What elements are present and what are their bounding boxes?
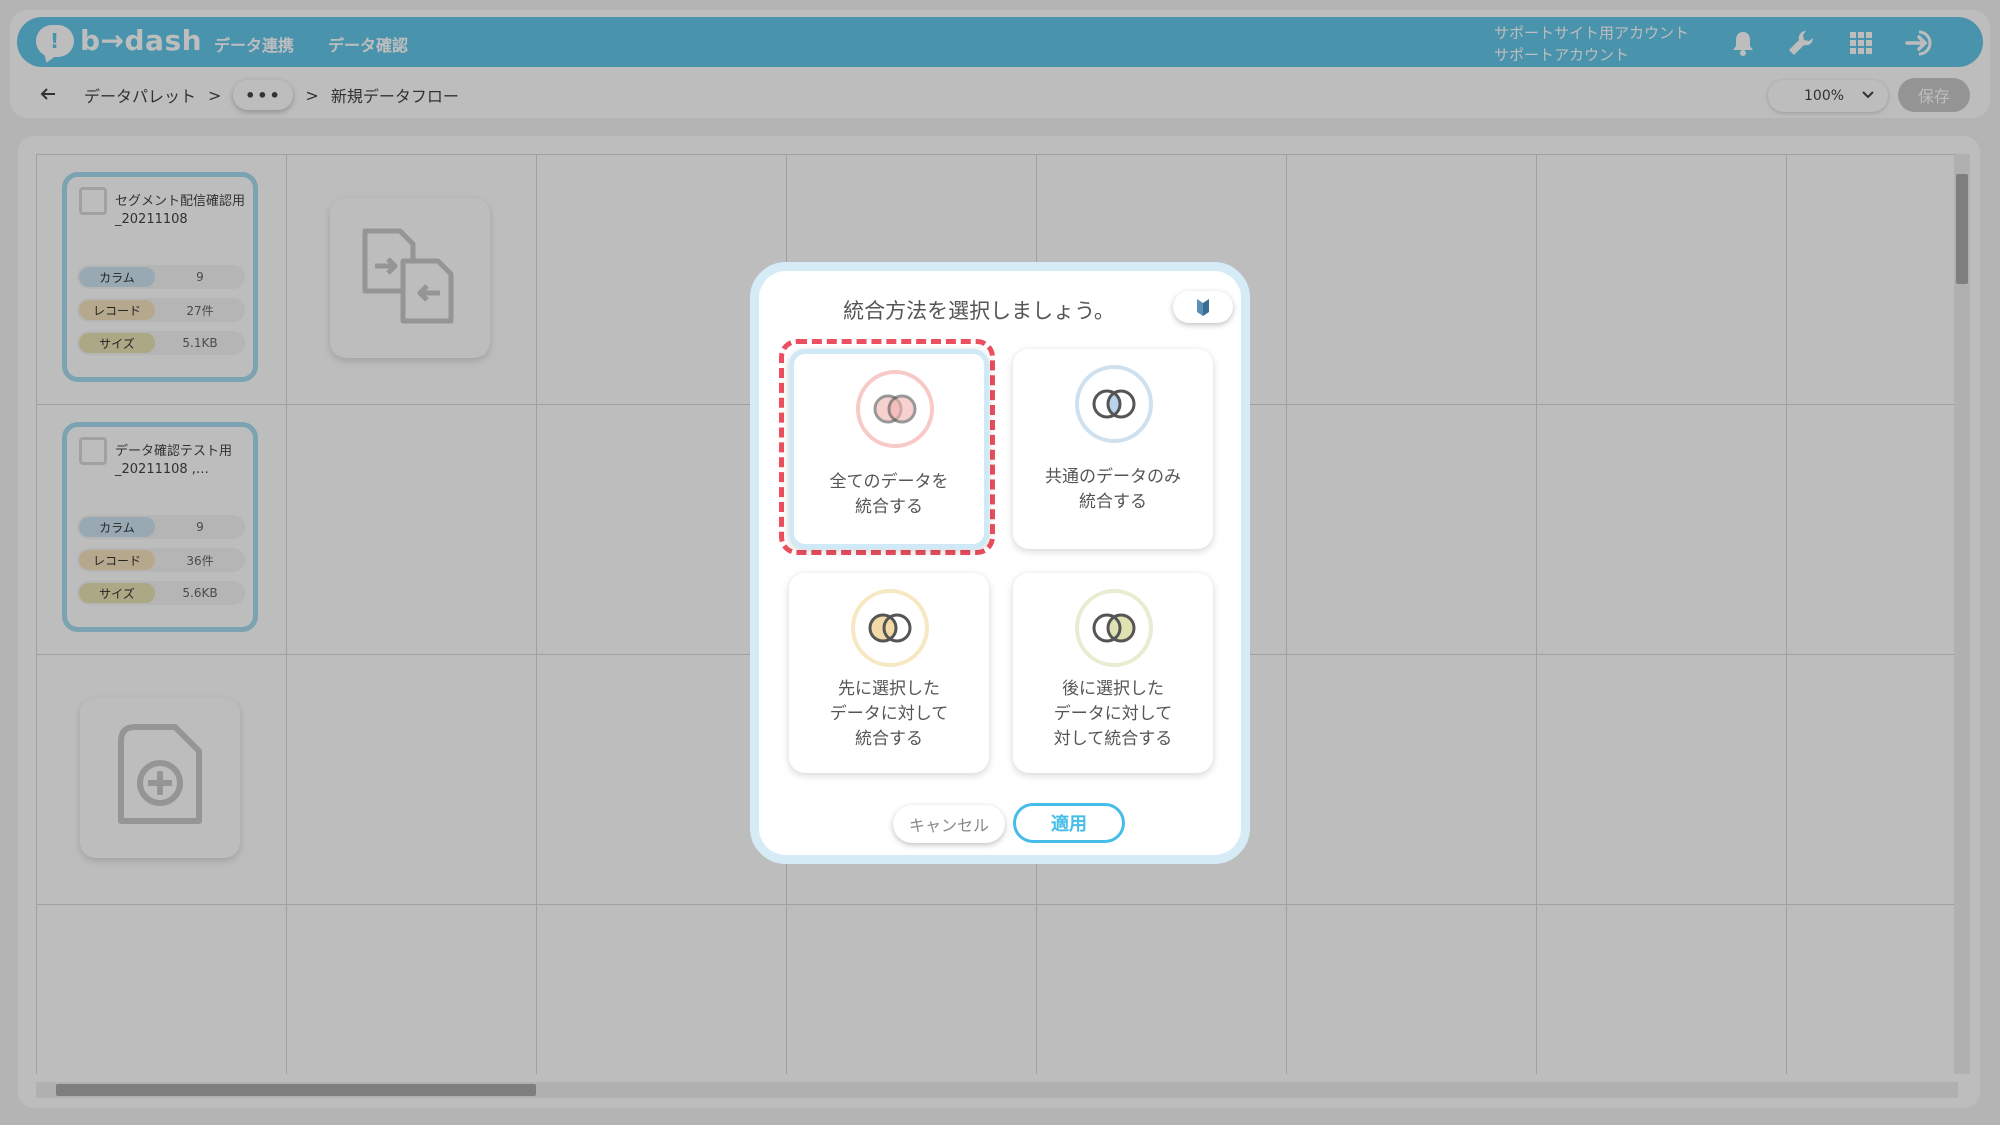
option-merge-all[interactable]: 全てのデータを 統合する (789, 349, 989, 549)
option-label-line: 先に選択した (838, 679, 940, 699)
option-label: 後に選択した データに対して 対して統合する (1013, 677, 1213, 752)
option-label: 先に選択した データに対して 統合する (789, 677, 989, 752)
option-merge-last-selected[interactable]: 後に選択した データに対して 対して統合する (1013, 573, 1213, 773)
option-label-line: 統合する (855, 729, 923, 749)
option-label-line: 後に選択した (1062, 679, 1164, 699)
venn-icon (851, 589, 929, 667)
option-label: 共通のデータのみ 統合する (1013, 465, 1213, 515)
option-label-line: 対して統合する (1053, 729, 1173, 749)
merge-method-dialog: 統合方法を選択しましょう。 全てのデータを 統合する 共通のデータのみ 統合する… (750, 262, 1250, 864)
cancel-button[interactable]: キャンセル (893, 805, 1005, 843)
option-label-line: 統合する (855, 497, 923, 517)
venn-icon (1075, 365, 1153, 443)
option-label-line: 全てのデータを (829, 472, 949, 492)
option-label: 全てのデータを 統合する (794, 470, 984, 520)
option-label-line: 共通のデータのみ (1045, 467, 1181, 487)
option-merge-first-selected[interactable]: 先に選択した データに対して 統合する (789, 573, 989, 773)
option-label-line: データに対して (829, 704, 949, 724)
option-merge-common[interactable]: 共通のデータのみ 統合する (1013, 349, 1213, 549)
beginner-mark-icon[interactable] (1173, 291, 1233, 323)
option-label-line: データに対して (1053, 704, 1173, 724)
venn-icon (1075, 589, 1153, 667)
option-label-line: 統合する (1079, 492, 1147, 512)
venn-icon (856, 370, 934, 448)
dialog-title: 統合方法を選択しましょう。 (843, 299, 1115, 323)
apply-button[interactable]: 適用 (1013, 803, 1125, 843)
